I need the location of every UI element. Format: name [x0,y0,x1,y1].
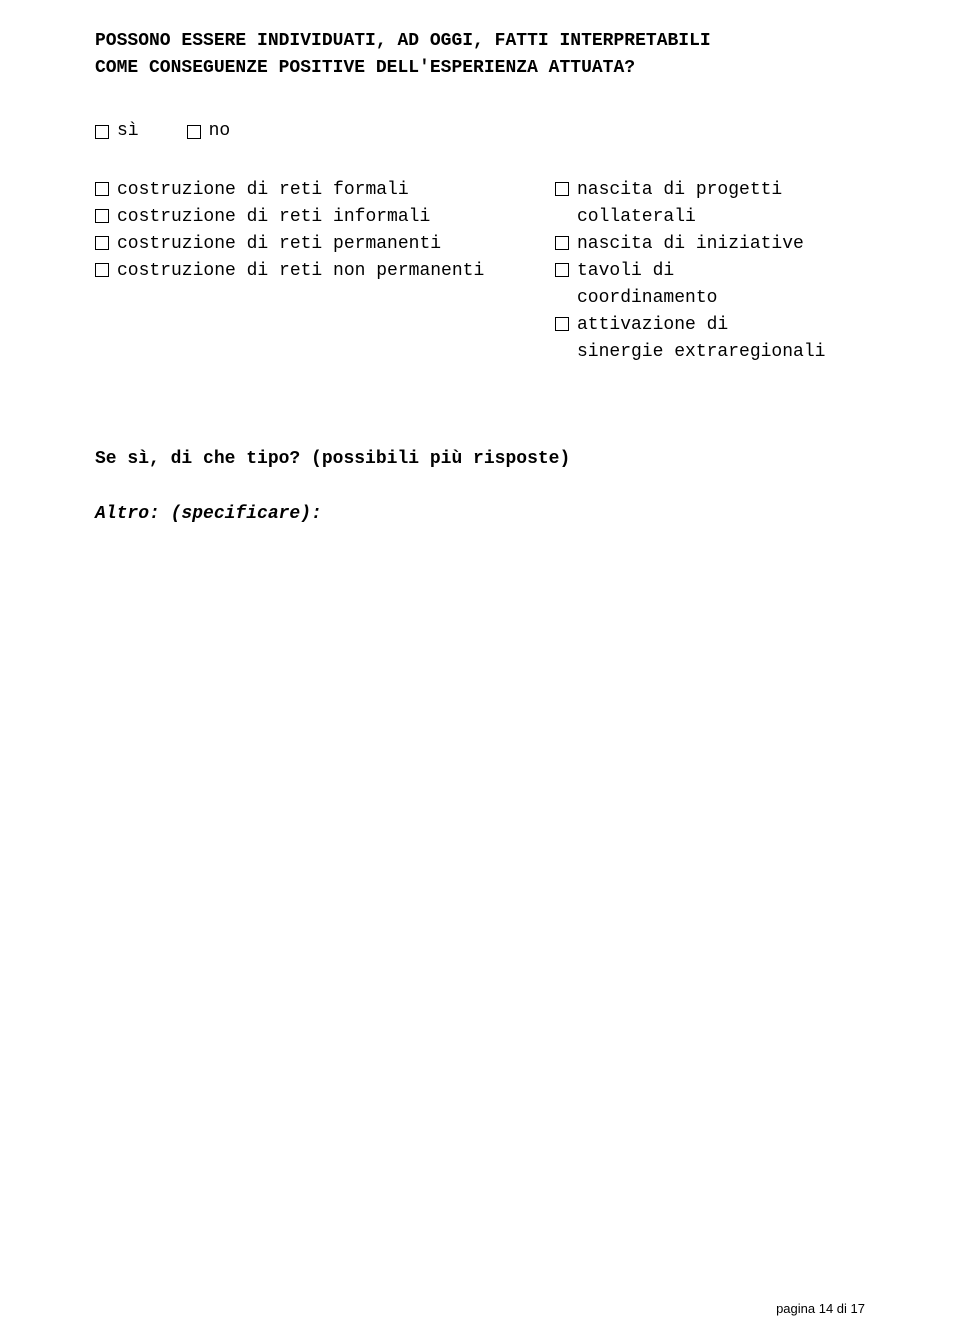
option-reti-non-permanenti[interactable]: costruzione di reti non permanenti [95,258,523,285]
option-tavoli-coordinamento[interactable]: tavoli di coordinamento [555,258,865,312]
checkbox-icon [555,182,569,196]
option-nascita-progetti[interactable]: nascita di progetti collaterali [555,177,865,231]
question-heading: POSSONO ESSERE INDIVIDUATI, AD OGGI, FAT… [95,28,865,82]
option-label: tavoli di [577,261,674,281]
option-no-label: no [209,118,231,145]
checkbox-icon [555,263,569,277]
page-footer: pagina 14 di 17 [776,1299,865,1319]
option-attivazione-sinergie[interactable]: attivazione di sinergie extraregionali [555,312,865,366]
option-label: costruzione di reti non permanenti [117,258,484,285]
option-si-label: sì [117,118,139,145]
sub-question: Se sì, di che tipo? (possibili più rispo… [95,446,865,473]
checkbox-icon [555,236,569,250]
option-label-cont: coordinamento [577,288,717,308]
checkbox-icon [95,209,109,223]
option-no[interactable]: no [187,118,231,145]
altro-specify: Altro: (specificare): [95,501,865,528]
option-label: costruzione di reti permanenti [117,231,441,258]
option-label: costruzione di reti informali [117,204,430,231]
options-columns: costruzione di reti formali costruzione … [95,177,865,366]
checkbox-icon [95,182,109,196]
option-label: attivazione di [577,315,728,335]
checkbox-icon [187,125,201,139]
options-left-column: costruzione di reti formali costruzione … [95,177,523,366]
yes-no-row: sì no [95,118,865,145]
option-label-cont: sinergie extraregionali [577,342,825,362]
option-reti-permanenti[interactable]: costruzione di reti permanenti [95,231,523,258]
checkbox-icon [95,236,109,250]
checkbox-icon [555,317,569,331]
question-line2: COME CONSEGUENZE POSITIVE DELL'ESPERIENZ… [95,55,865,82]
option-reti-informali[interactable]: costruzione di reti informali [95,204,523,231]
option-label: nascita di iniziative [577,231,804,258]
checkbox-icon [95,263,109,277]
option-label: costruzione di reti formali [117,177,409,204]
option-si[interactable]: sì [95,118,139,145]
option-label-cont: collaterali [577,207,696,227]
option-label: nascita di progetti [577,180,782,200]
options-right-column: nascita di progetti collaterali nascita … [555,177,865,366]
option-nascita-iniziative[interactable]: nascita di iniziative [555,231,865,258]
question-line1: POSSONO ESSERE INDIVIDUATI, AD OGGI, FAT… [95,28,865,55]
option-reti-formali[interactable]: costruzione di reti formali [95,177,523,204]
checkbox-icon [95,125,109,139]
